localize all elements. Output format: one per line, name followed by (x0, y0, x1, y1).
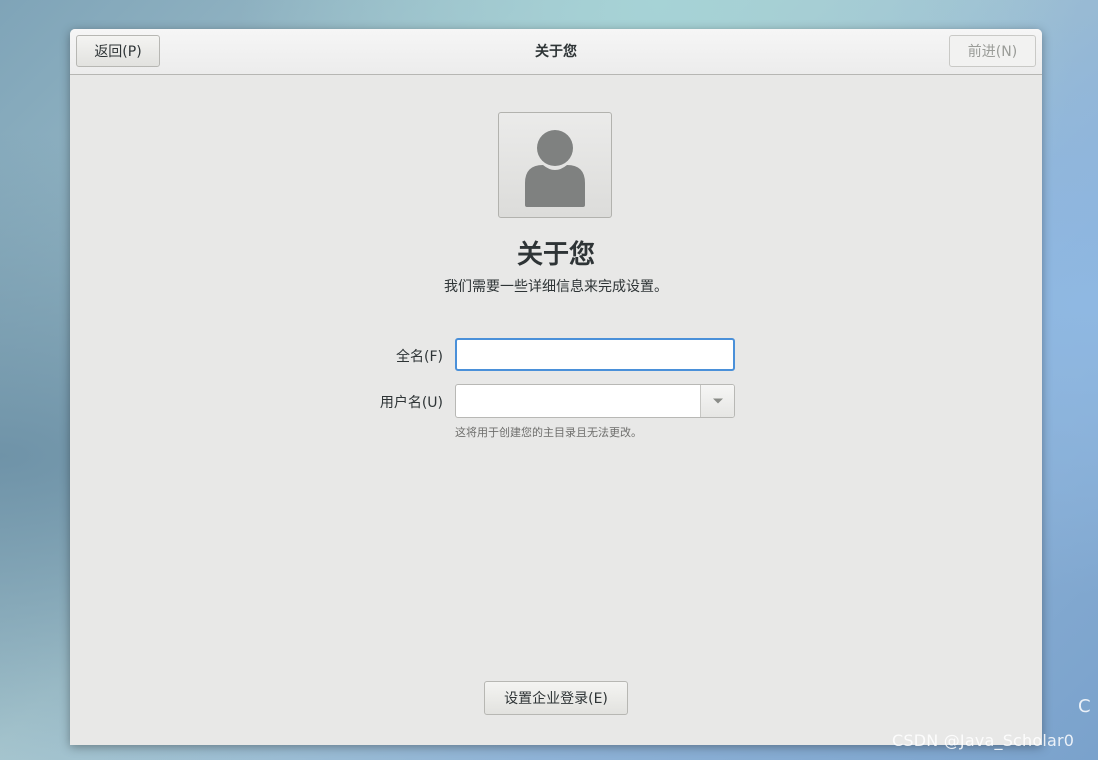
username-input[interactable] (456, 385, 702, 417)
avatar-button[interactable] (498, 112, 612, 218)
chevron-down-icon (712, 398, 723, 404)
enterprise-login-button[interactable]: 设置企业登录(E) (484, 681, 628, 715)
fullname-input[interactable] (455, 338, 735, 371)
page-subtitle: 我们需要一些详细信息来完成设置。 (444, 279, 668, 295)
next-button[interactable]: 前进(N) (949, 35, 1036, 67)
watermark: CSDN @Java_Scholar0 (892, 731, 1075, 750)
edge-glyph: C (1078, 696, 1091, 717)
initial-setup-window: 返回(P) 关于您 前进(N) 关于您 我们需要一些详细信息来完成设置。 全名(… (70, 29, 1042, 745)
window-title: 关于您 (535, 44, 577, 60)
fullname-label: 全名(F) (396, 349, 443, 365)
page-heading: 关于您 (516, 240, 595, 270)
user-avatar-icon (525, 130, 585, 207)
username-combobox (455, 384, 735, 418)
username-label: 用户名(U) (379, 395, 443, 411)
username-dropdown-button[interactable] (700, 385, 734, 417)
username-hint: 这将用于创建您的主目录且无法更改。 (455, 426, 642, 439)
header-bar: 返回(P) 关于您 前进(N) (70, 29, 1042, 75)
